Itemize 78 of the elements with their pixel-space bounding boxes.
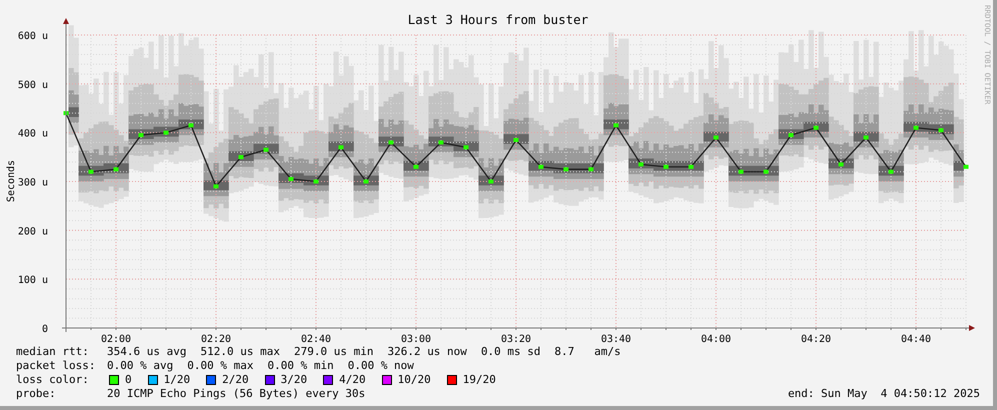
x-tick-label: 02:40 xyxy=(300,334,332,345)
data-point xyxy=(614,123,618,128)
data-point xyxy=(338,145,344,150)
x-tick-label: 04:20 xyxy=(800,334,832,345)
legend-value: 0 xyxy=(125,373,132,387)
legend-value: 512.0 us max xyxy=(200,345,280,359)
data-point xyxy=(514,138,518,142)
x-tick-label: 03:40 xyxy=(600,334,632,345)
data-point xyxy=(314,180,318,184)
data-point xyxy=(914,126,918,130)
x-tick-label: 02:00 xyxy=(100,334,132,345)
data-point xyxy=(888,170,894,174)
y-tick-label: 400 u xyxy=(18,128,48,140)
legend-value: 0.00 % min xyxy=(267,359,334,373)
legend-label: packet loss: xyxy=(16,359,96,373)
legend-label: median rtt: xyxy=(16,345,90,359)
data-point xyxy=(738,170,744,174)
legend-value: 0.00 % now xyxy=(348,359,414,373)
data-point xyxy=(114,167,118,172)
x-tick-label: 04:00 xyxy=(700,334,732,345)
legend-value: 0.00 % avg xyxy=(107,359,174,373)
legend-value: 20 ICMP Echo Pings (56 Bytes) every 30s xyxy=(107,387,366,401)
legend-value: 1/20 xyxy=(164,373,190,387)
data-point xyxy=(714,136,718,140)
y-tick-label: 100 u xyxy=(18,275,48,286)
data-point xyxy=(764,170,768,174)
x-tick-label: 03:00 xyxy=(400,334,432,345)
legend-value: 4/20 xyxy=(339,373,366,387)
chart-title: Last 3 Hours from buster xyxy=(408,12,588,27)
data-point xyxy=(838,162,844,166)
data-point xyxy=(164,130,168,135)
data-point xyxy=(488,180,494,184)
legend-value: 3/20 xyxy=(280,373,308,387)
data-point xyxy=(414,164,418,169)
data-point xyxy=(938,128,944,132)
x-tick-label: 04:40 xyxy=(900,334,932,345)
data-point xyxy=(188,123,194,128)
data-point xyxy=(214,184,218,188)
y-tick-label: 200 u xyxy=(18,226,48,238)
data-point xyxy=(588,167,594,172)
legend-value: 0.0 ms sd xyxy=(480,345,541,359)
data-point xyxy=(564,167,568,172)
data-point xyxy=(64,111,68,116)
data-point xyxy=(638,162,644,166)
data-point xyxy=(788,133,794,138)
x-tick-label: 03:20 xyxy=(500,334,532,345)
data-point xyxy=(388,140,394,144)
y-tick-label: 0 xyxy=(42,324,48,335)
data-point xyxy=(288,177,294,182)
data-point xyxy=(688,164,694,169)
data-point xyxy=(88,170,94,174)
data-point xyxy=(664,164,668,169)
y-axis-label: Seconds xyxy=(6,160,17,202)
data-point xyxy=(538,164,544,169)
x-tick-label: 02:20 xyxy=(200,334,232,345)
data-point xyxy=(138,133,144,138)
data-point xyxy=(364,180,368,184)
legend-value: 279.0 us min xyxy=(294,345,374,359)
end-time: end: Sun May 4 04:50:12 2025 xyxy=(788,387,980,401)
legend-value: 8.7 am/s xyxy=(554,345,621,359)
data-point xyxy=(814,126,818,130)
legend-value: 326.2 us now xyxy=(387,345,467,359)
data-point xyxy=(264,148,268,152)
data-point xyxy=(438,140,444,144)
legend-value: 10/20 xyxy=(398,373,431,387)
legend-value: 0.00 % max xyxy=(187,359,254,373)
data-point xyxy=(238,155,244,160)
y-tick-label: 600 u xyxy=(18,31,48,42)
data-point xyxy=(964,164,968,169)
y-tick-label: 500 u xyxy=(18,80,48,91)
legend-label: loss color: xyxy=(16,373,90,387)
legend-value: 2/20 xyxy=(222,373,249,387)
legend-label: probe: xyxy=(16,387,57,401)
legend-value: 19/20 xyxy=(462,373,496,387)
y-tick-label: 300 u xyxy=(18,178,48,188)
data-point xyxy=(464,145,468,150)
legend-value: 354.6 us avg xyxy=(107,345,186,359)
data-point xyxy=(864,136,868,140)
